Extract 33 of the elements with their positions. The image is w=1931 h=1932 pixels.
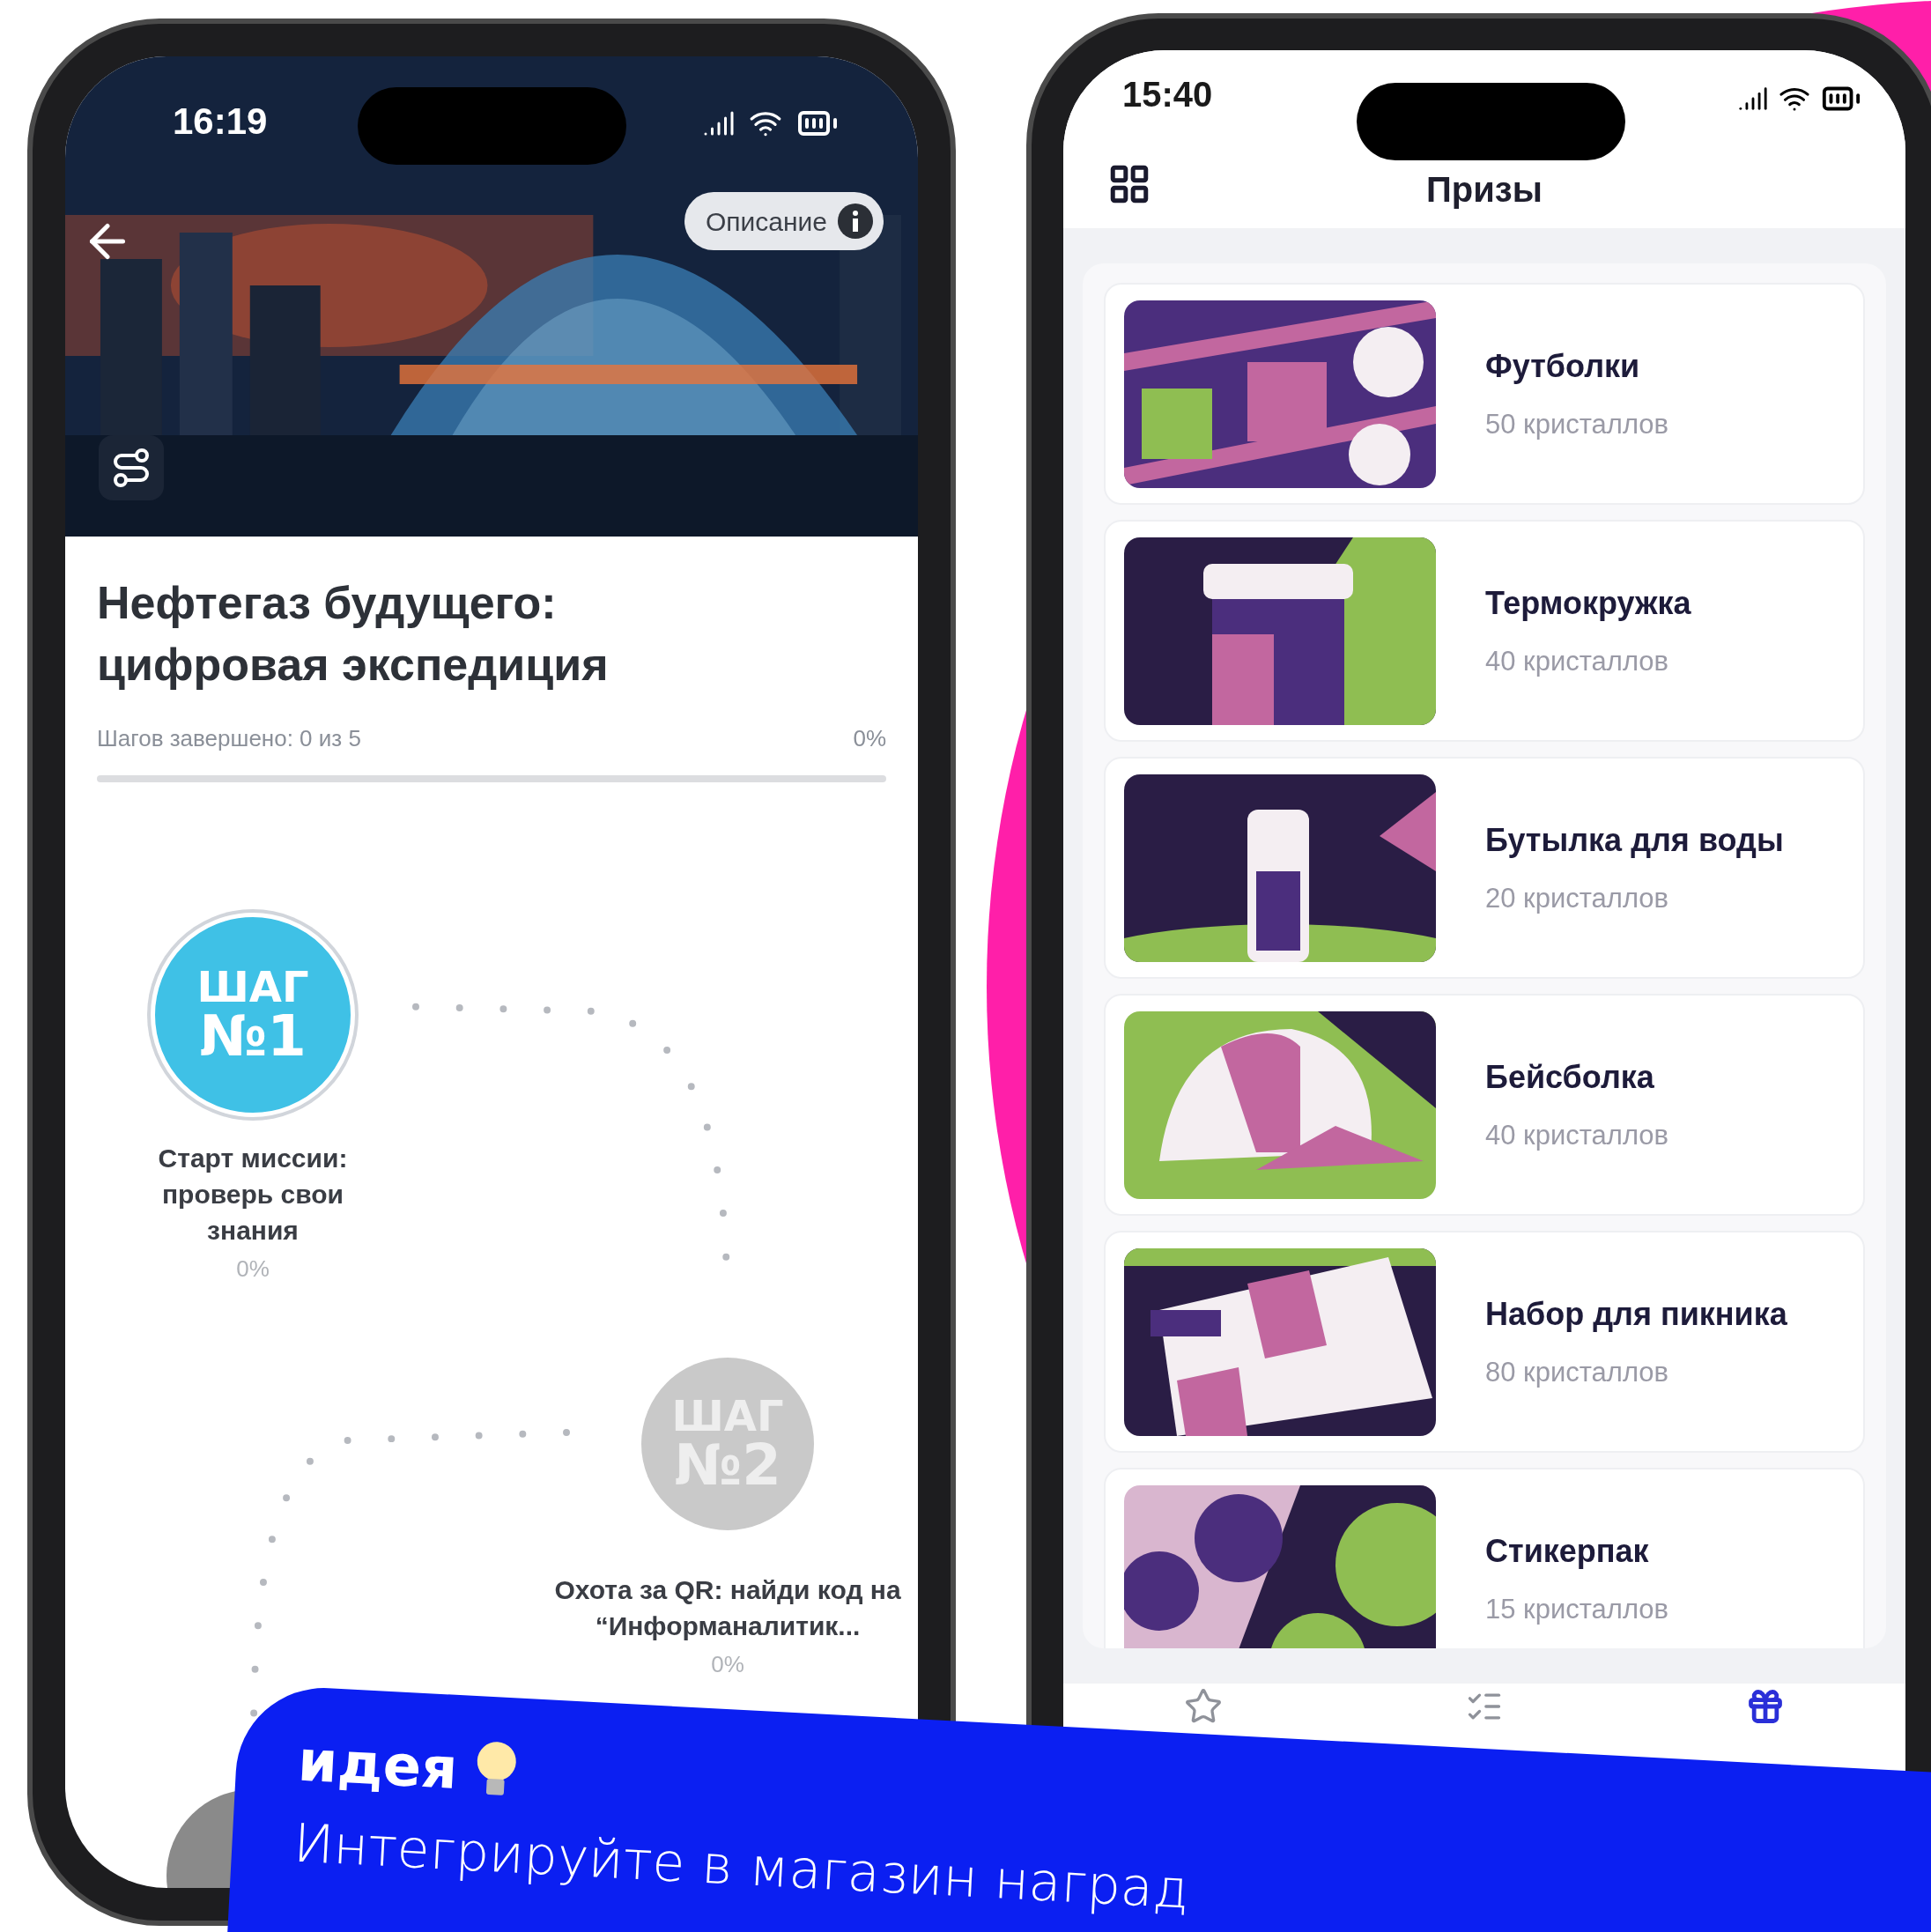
description-button[interactable]: Описание (684, 192, 884, 250)
route-button[interactable] (99, 435, 164, 500)
step-title: Охота за QR: найди код на “Информаналитик... (553, 1574, 902, 1642)
prize-name: Термокружка (1485, 583, 1691, 623)
banner-text: Интегрируйте в магазин наград (292, 1810, 1192, 1922)
info-icon (838, 204, 873, 239)
progress-percent: 0% (853, 724, 886, 753)
prize-price: 20 кристаллов (1485, 881, 1670, 915)
step-percent: 0% (236, 1255, 270, 1284)
banner-heading: идея (296, 1727, 460, 1803)
mission-title: Нефтегаз будущего: цифровая экспедиция (97, 576, 610, 692)
prize-card[interactable]: Набор для пикника 80 кристаллов (1104, 1231, 1865, 1453)
progress-label: Шагов завершено: 0 из 5 (97, 724, 361, 753)
prize-price: 50 кристаллов (1485, 407, 1669, 441)
prize-price: 40 кристаллов (1485, 1118, 1669, 1152)
prize-card[interactable]: Бейсболка 40 кристаллов (1104, 994, 1865, 1216)
status-time: 16:19 (173, 100, 268, 144)
prize-name: Футболки (1485, 346, 1641, 386)
prize-name: Бутылка для воды (1485, 820, 1784, 860)
prize-price: 15 кристаллов (1485, 1592, 1669, 1626)
prize-name: Набор для пикника (1485, 1294, 1787, 1334)
prize-card[interactable]: Бутылка для воды 20 кристаллов (1104, 757, 1865, 979)
prize-card[interactable]: Футболки 50 кристаллов (1104, 283, 1865, 505)
prize-card[interactable]: Термокружка 40 кристаллов (1104, 520, 1865, 742)
prize-name: Бейсболка (1485, 1057, 1655, 1097)
step-title: Старт миссии: проверь свои знания (157, 1143, 349, 1247)
prize-card[interactable]: Стикерпак 15 кристаллов (1104, 1468, 1865, 1648)
screen-title: Призы (1425, 169, 1543, 211)
status-time: 15:40 (1122, 74, 1213, 115)
step-percent: 0% (711, 1650, 744, 1679)
prize-name: Стикерпак (1485, 1531, 1650, 1571)
prize-price: 40 кристаллов (1485, 644, 1670, 678)
prize-price: 80 кристаллов (1485, 1355, 1670, 1389)
